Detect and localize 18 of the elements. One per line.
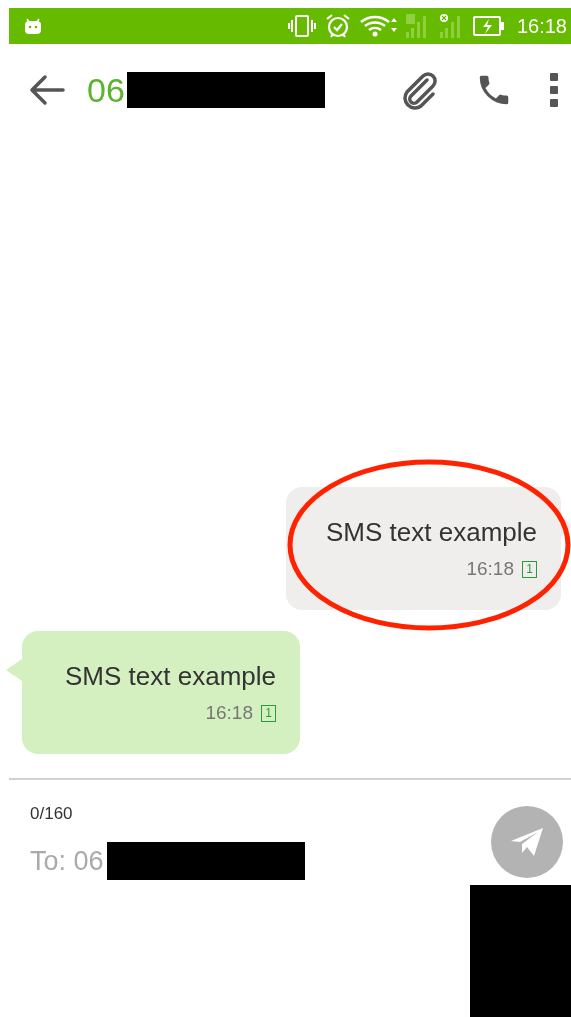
alarm-icon [324,13,351,39]
recipient-label: To: 06 [30,845,104,877]
send-icon [510,826,544,858]
status-time: 16:18 [516,14,567,38]
character-counter: 0/160 [30,804,74,824]
back-icon[interactable] [29,74,65,106]
vibrate-icon [286,14,317,38]
more-icon[interactable] [549,72,559,108]
message-text: SMS text example [326,517,537,548]
message-time: 16:18 [205,702,253,724]
sim-badge: 1 [261,704,276,722]
sim-badge: 1 [522,560,537,578]
contact-number: 06 [87,70,125,110]
android-icon [23,16,43,36]
message-text: SMS text example [65,661,276,692]
battery-charging-icon [472,15,505,37]
wifi-icon [358,14,397,38]
message-time: 16:18 [466,558,514,580]
